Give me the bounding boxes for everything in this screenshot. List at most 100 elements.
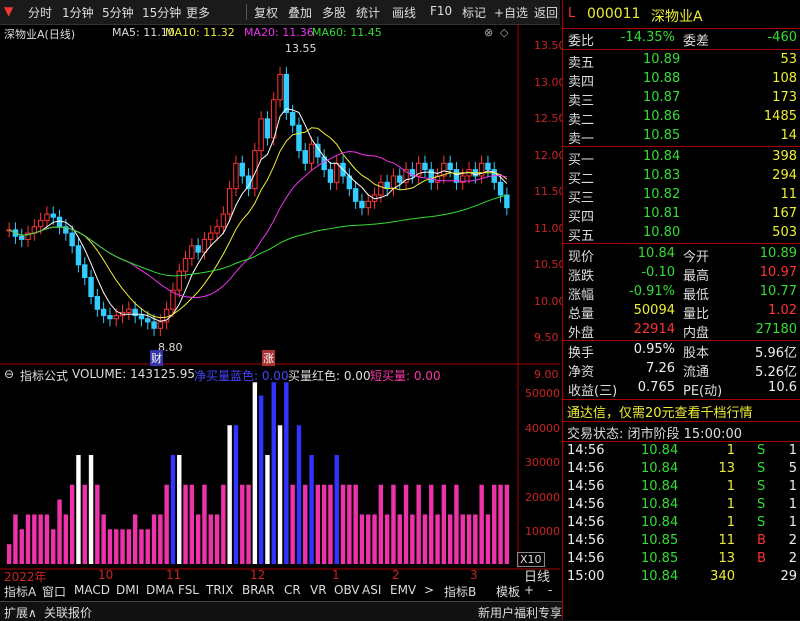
tick-side: S (757, 497, 766, 512)
indicator-tab[interactable]: + (524, 583, 534, 597)
huaxian-button[interactable]: 画线 (392, 4, 416, 21)
tick-time: 14:56 (567, 479, 605, 494)
diejia-button[interactable]: 叠加 (288, 4, 312, 21)
candle-body (359, 200, 365, 209)
indicator-tab[interactable]: 指标A (4, 583, 36, 600)
tick-count: 29 (780, 569, 797, 584)
volume-bar (479, 484, 484, 564)
price-tick: 10.50 (534, 258, 566, 271)
stat-value: 1.02 (768, 303, 797, 318)
indicator-tab[interactable]: VR (310, 583, 327, 597)
tab-15min[interactable]: 15分钟 (142, 4, 181, 21)
add-favorite-button[interactable]: +自选 (494, 4, 528, 21)
indicator-tab[interactable]: 指标B (444, 583, 476, 600)
indicator-tab[interactable]: 模板 (496, 583, 520, 600)
stat-label: 最高 (683, 269, 710, 284)
volume-bar (296, 425, 302, 564)
tab-fenshi[interactable]: 分时 (28, 4, 52, 21)
related-quote-button[interactable]: 关联报价 (44, 604, 92, 621)
candle-body (365, 200, 371, 209)
stat-value: 10.84 (637, 246, 675, 261)
tick-row: 15:00 10.84 340 29 (563, 569, 800, 588)
tick-count: 5 (788, 461, 797, 476)
indicator-tab[interactable]: MACD (74, 583, 110, 597)
volume-bar (202, 484, 207, 564)
zhang-badge[interactable]: 涨 (262, 350, 275, 366)
indicator-collapse-icon[interactable]: ⊖ (4, 367, 14, 381)
level-volume: 11 (780, 187, 797, 202)
indicator-tab[interactable]: EMV (390, 583, 416, 597)
indicator-tab[interactable]: DMA (146, 583, 174, 597)
candle-body (138, 315, 145, 320)
volume-bar (19, 529, 24, 564)
stat-value: 5.96亿 (755, 346, 797, 361)
tab-1min[interactable]: 1分钟 (62, 4, 94, 21)
level-price: 10.88 (643, 71, 681, 86)
volume-bar (252, 382, 258, 564)
indicator-tab[interactable]: FSL (178, 583, 199, 597)
cai-badge[interactable]: 财 (150, 350, 163, 366)
tick-price: 10.84 (641, 497, 679, 512)
volume-bar (95, 484, 100, 564)
biaoji-button[interactable]: 标记 (462, 4, 486, 21)
indicator-tab[interactable]: 窗口 (42, 583, 66, 600)
indicator-tab[interactable]: CR (284, 583, 301, 597)
indicator-tab[interactable]: DMI (116, 583, 139, 597)
indicator-tab[interactable]: OBV (334, 583, 360, 597)
tick-row: 14:56 10.84 1 S 1 (563, 497, 800, 516)
candle-body (88, 277, 94, 298)
volume-bar (227, 425, 232, 564)
volume-label: VOLUME: 143125.95 (72, 367, 195, 381)
tick-time: 14:56 (567, 533, 605, 548)
tick-volume: 340 (710, 569, 735, 584)
net-buy-label: 净买量蓝色: 0.00 (194, 369, 289, 383)
level-price: 10.83 (643, 168, 681, 183)
candle-body (157, 321, 164, 329)
stock-name: 深物业A (651, 9, 703, 25)
stat-label: 收益(三) (568, 384, 618, 399)
fuquan-button[interactable]: 复权 (254, 4, 278, 21)
indicator-tab[interactable]: > (424, 583, 434, 597)
candle-body (302, 150, 308, 164)
volume-bar (114, 529, 119, 564)
promo-banner[interactable]: 通达信，仅需20元查看千档行情 (567, 402, 753, 421)
kline-chart[interactable] (0, 24, 560, 584)
indicator-tab[interactable]: ASI (362, 583, 381, 597)
volume-bar (410, 514, 415, 564)
volume-bar (51, 529, 56, 564)
tick-row: 14:56 10.84 13 S 5 (563, 461, 800, 480)
candle-body (182, 257, 189, 272)
tick-row: 14:56 10.84 1 S 1 (563, 515, 800, 534)
tick-side: S (757, 443, 766, 458)
volume-bar (25, 514, 31, 564)
order-book-row: 买四 10.81 167 (563, 206, 800, 225)
duogu-button[interactable]: 多股 (322, 4, 346, 21)
candle-body (352, 188, 359, 202)
level-price: 10.85 (643, 128, 681, 143)
tick-price: 10.85 (641, 551, 679, 566)
candle-body (189, 245, 195, 259)
volume-tick: 50000 (525, 387, 560, 400)
date-label: 12 (250, 568, 266, 582)
indicator-tab[interactable]: BRAR (242, 583, 275, 597)
menu-icon[interactable]: ▼ (4, 4, 13, 18)
promo-link[interactable]: 新用户福利专享 (478, 604, 562, 621)
f10-button[interactable]: F10 (430, 4, 452, 18)
tick-volume: 13 (718, 551, 735, 566)
tongji-button[interactable]: 统计 (356, 4, 380, 21)
indicator-tab[interactable]: - (548, 583, 552, 597)
fundamental-row: 净资 7.26 流通 5.26亿 (563, 361, 800, 380)
tab-5min[interactable]: 5分钟 (102, 4, 134, 21)
back-button[interactable]: 返回 (534, 4, 558, 21)
level-price: 10.86 (643, 109, 681, 124)
volume-bar (88, 454, 94, 564)
price-tick: 12.50 (534, 112, 566, 125)
expand-button[interactable]: 扩展∧ (4, 604, 37, 621)
indicator-label[interactable]: 指标公式 (20, 367, 68, 384)
volume-bar (485, 514, 491, 564)
price-tick: 9.00 (534, 367, 559, 381)
stat-value: 10.89 (759, 246, 797, 261)
indicator-tab[interactable]: TRIX (206, 583, 233, 597)
volume-bar (177, 454, 182, 564)
more-menu[interactable]: 更多 (186, 4, 210, 21)
